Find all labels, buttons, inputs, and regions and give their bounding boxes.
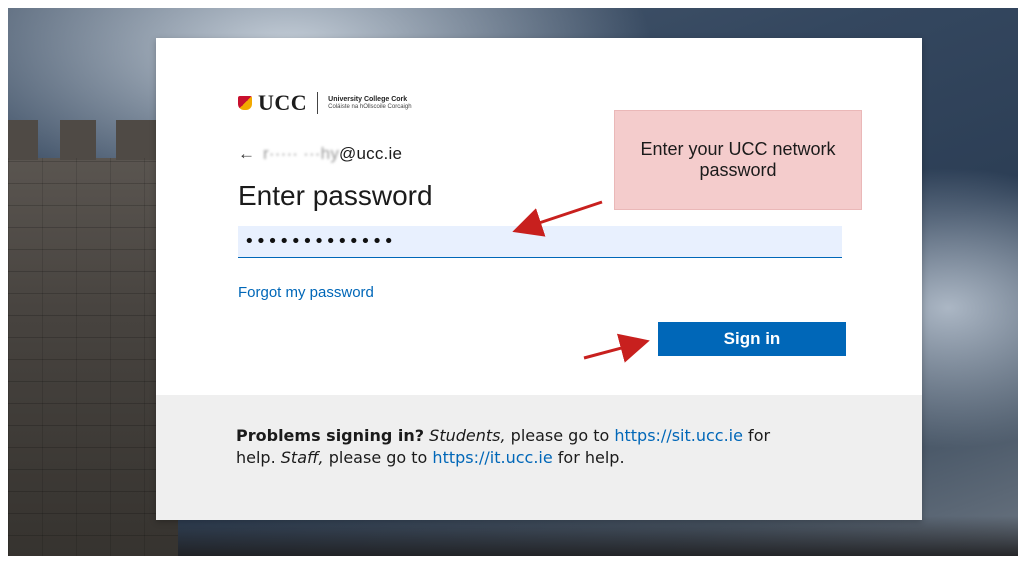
ucc-crest-icon xyxy=(238,96,252,110)
students-help-link[interactable]: https://sit.ucc.ie xyxy=(614,426,743,445)
ucc-logo: UCC University College Cork Coláiste na … xyxy=(238,90,412,116)
logo-divider xyxy=(317,92,319,114)
sign-in-button[interactable]: Sign in xyxy=(658,322,846,356)
identity-redacted: r····· ···hy xyxy=(263,144,340,163)
identity-row: ← r····· ···hy@ucc.ie xyxy=(238,144,402,164)
help-text: Problems signing in? Students, please go… xyxy=(236,425,796,469)
sign-in-form: UCC University College Cork Coláiste na … xyxy=(156,38,922,395)
building-silhouette xyxy=(178,516,1018,556)
password-field[interactable] xyxy=(238,226,842,258)
forgot-password-link[interactable]: Forgot my password xyxy=(238,284,374,301)
logo-name-line1: University College Cork xyxy=(328,95,408,103)
staff-help-link[interactable]: https://it.ucc.ie xyxy=(432,448,552,467)
help-footer: Problems signing in? Students, please go… xyxy=(156,395,922,520)
arrow-left-icon[interactable]: ← xyxy=(238,144,255,164)
annotation-callout: Enter your UCC network password xyxy=(614,110,862,210)
logo-wordmark: UCC xyxy=(258,90,308,115)
stone-building xyxy=(8,120,178,556)
help-text-4: for help. xyxy=(552,448,625,467)
help-text-1: please go to xyxy=(505,426,615,445)
arrow-to-sign-in xyxy=(583,333,650,363)
logo-name-line2: Coláiste na hOllscoile Corcaigh xyxy=(328,103,412,110)
sign-in-card: UCC University College Cork Coláiste na … xyxy=(156,38,922,520)
page-title: Enter password xyxy=(238,180,433,211)
account-identity: r····· ···hy@ucc.ie xyxy=(263,144,402,164)
students-label: Students, xyxy=(429,426,506,445)
staff-label: Staff, xyxy=(280,448,324,467)
background-photo: UCC University College Cork Coláiste na … xyxy=(8,8,1018,556)
help-heading: Problems signing in? xyxy=(236,426,425,445)
help-text-3: please go to xyxy=(323,448,433,467)
logo-subtitle: University College Cork Coláiste na hOll… xyxy=(328,96,411,110)
identity-domain: @ucc.ie xyxy=(339,144,403,163)
